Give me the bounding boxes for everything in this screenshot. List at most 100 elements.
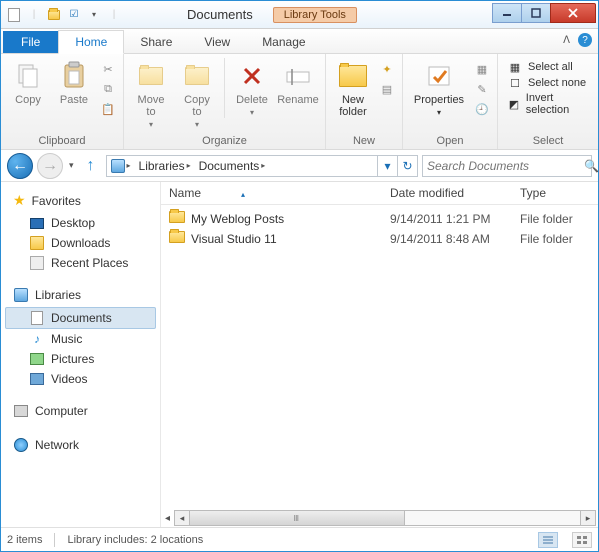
new-folder-icon [337, 60, 369, 92]
context-tab-label[interactable]: Library Tools [273, 7, 357, 23]
column-header-date[interactable]: Date modified [390, 186, 520, 200]
ribbon-group-new: New folder ✦ ▤ New [326, 54, 403, 149]
qat-sep2: | [105, 6, 123, 24]
new-item-icon[interactable]: ✦ [378, 60, 396, 78]
sidebar-item-music[interactable]: ♪Music [5, 329, 156, 349]
forward-button[interactable]: → [37, 153, 63, 179]
titlebar: | ☑ ▾ | Documents Library Tools [1, 1, 598, 29]
qat-icon-2[interactable] [45, 6, 63, 24]
invert-selection-button[interactable]: ◩Invert selection [508, 92, 588, 116]
paste-button[interactable]: Paste [53, 58, 95, 108]
tab-view[interactable]: View [188, 31, 246, 53]
sidebar-item-documents[interactable]: Documents [5, 307, 156, 329]
copy-to-icon [181, 60, 213, 92]
addr-libraries[interactable]: Libraries▸ [135, 159, 195, 173]
new-folder-button[interactable]: New folder [332, 58, 374, 120]
minimize-ribbon-icon[interactable]: ᐱ [563, 35, 570, 46]
copy-path-icon[interactable]: ⧉ [99, 80, 117, 98]
scroll-left-arrow[interactable]: ◂ [165, 513, 170, 524]
close-button[interactable] [550, 3, 596, 23]
copy-button[interactable]: Copy [7, 58, 49, 108]
column-header-name[interactable]: Name▴ [169, 186, 390, 200]
rename-button[interactable]: Rename [277, 58, 319, 108]
sidebar-item-pictures[interactable]: Pictures [5, 349, 156, 369]
sidebar-item-computer[interactable]: Computer [5, 401, 156, 423]
tab-manage[interactable]: Manage [246, 31, 321, 53]
horizontal-scrollbar[interactable]: ◂ ◂ Ⅲ ▸ [161, 509, 598, 527]
file-row[interactable]: My Weblog Posts 9/14/2011 1:21 PM File f… [169, 209, 590, 229]
network-icon [13, 437, 29, 453]
address-bar[interactable]: ▸ Libraries▸ Documents▸ ▾ ↻ [106, 155, 418, 177]
scroll-right-button[interactable]: ▸ [580, 510, 596, 526]
sidebar-item-desktop[interactable]: Desktop [5, 213, 156, 233]
properties-button[interactable]: Properties ▾ [409, 58, 469, 119]
paste-icon [58, 60, 90, 92]
back-button[interactable]: ← [7, 153, 33, 179]
sidebar-item-videos[interactable]: Videos [5, 369, 156, 389]
maximize-button[interactable] [521, 3, 551, 23]
addr-root-icon[interactable]: ▸ [107, 159, 135, 173]
navigation-pane: ★Favorites Desktop Downloads Recent Plac… [1, 182, 161, 527]
edit-icon[interactable]: ✎ [473, 80, 491, 98]
invert-selection-icon: ◩ [508, 97, 520, 111]
addr-documents[interactable]: Documents▸ [195, 159, 270, 173]
qat-icon-1[interactable] [5, 6, 23, 24]
search-icon[interactable]: 🔍 [584, 159, 599, 173]
scroll-track[interactable]: Ⅲ [189, 510, 581, 526]
group-label-clipboard: Clipboard [7, 134, 117, 149]
properties-icon [423, 60, 455, 92]
paste-shortcut-icon[interactable]: 📋 [99, 100, 117, 118]
help-icon[interactable]: ? [578, 33, 592, 47]
column-headers: Name▴ Date modified Type [161, 182, 598, 205]
open-icon[interactable]: ▦ [473, 60, 491, 78]
content-pane: Name▴ Date modified Type My Weblog Posts… [161, 182, 598, 527]
copy-to-button[interactable]: Copy to ▾ [176, 58, 218, 131]
rename-icon [282, 60, 314, 92]
ribbon-group-open: Properties ▾ ▦ ✎ 🕘 Open [403, 54, 498, 149]
minimize-button[interactable] [492, 3, 522, 23]
select-all-button[interactable]: ▦Select all [508, 60, 588, 74]
easy-access-icon[interactable]: ▤ [378, 80, 396, 98]
file-list[interactable]: My Weblog Posts 9/14/2011 1:21 PM File f… [161, 205, 598, 509]
search-box[interactable]: 🔍 [422, 155, 592, 177]
sidebar-item-downloads[interactable]: Downloads [5, 233, 156, 253]
addr-dropdown-icon[interactable]: ▾ [377, 156, 397, 176]
ribbon-group-clipboard: Copy Paste ✂ ⧉ 📋 Clipboard [1, 54, 124, 149]
view-details-button[interactable] [538, 532, 558, 548]
scroll-left-button[interactable]: ◂ [174, 510, 190, 526]
star-icon: ★ [13, 192, 26, 209]
column-header-type[interactable]: Type [520, 186, 590, 200]
tab-file[interactable]: File [3, 31, 58, 53]
ribbon-tabs: File Home Share View Manage ᐱ ? [1, 29, 598, 54]
up-button[interactable]: ↑ [80, 155, 102, 177]
select-none-button[interactable]: ☐Select none [508, 76, 588, 90]
sidebar-item-network[interactable]: Network [5, 435, 156, 457]
move-to-button[interactable]: Move to ▾ [130, 58, 172, 131]
folder-icon [169, 211, 185, 227]
history-icon[interactable]: 🕘 [473, 100, 491, 118]
qat-icon-3[interactable]: ☑ [65, 6, 83, 24]
scroll-thumb[interactable]: Ⅲ [190, 511, 404, 525]
cut-icon[interactable]: ✂ [99, 60, 117, 78]
sidebar-item-recent[interactable]: Recent Places [5, 253, 156, 273]
status-separator [54, 533, 55, 547]
sidebar-group-favorites[interactable]: ★Favorites [5, 190, 156, 213]
qat-dropdown[interactable]: ▾ [85, 6, 103, 24]
folder-icon [169, 231, 185, 247]
status-bar: 2 items Library includes: 2 locations [1, 527, 598, 551]
downloads-icon [29, 235, 45, 251]
scroll-grip-icon: Ⅲ [294, 514, 301, 523]
view-icons-button[interactable] [572, 532, 592, 548]
refresh-icon[interactable]: ↻ [397, 156, 417, 176]
file-row[interactable]: Visual Studio 11 9/14/2011 8:48 AM File … [169, 229, 590, 249]
sidebar-group-libraries[interactable]: Libraries [5, 285, 156, 307]
tab-home[interactable]: Home [58, 30, 124, 54]
history-dropdown[interactable]: ▾ [67, 160, 76, 171]
search-input[interactable] [427, 159, 584, 173]
tab-share[interactable]: Share [124, 31, 188, 53]
group-label-organize: Organize [130, 134, 319, 149]
delete-button[interactable]: Delete ▾ [231, 58, 273, 119]
documents-icon [29, 310, 45, 326]
window-controls [493, 3, 596, 23]
quick-access-toolbar: | ☑ ▾ | [1, 6, 127, 24]
